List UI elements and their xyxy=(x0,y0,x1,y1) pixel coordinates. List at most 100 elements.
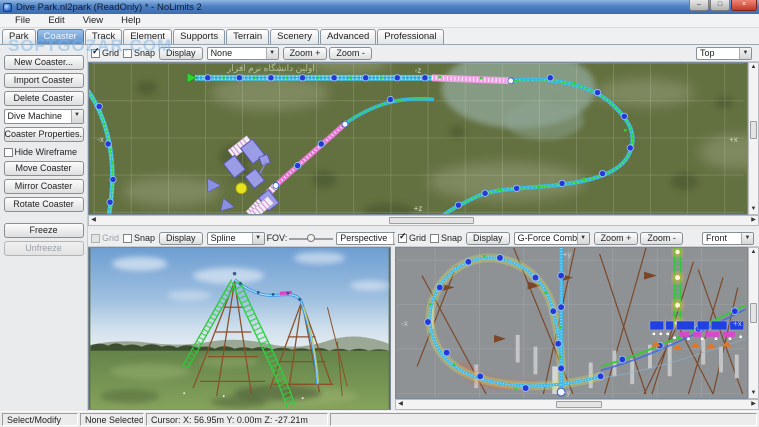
maximize-button[interactable]: □ xyxy=(710,0,730,11)
top-zoom-in-button[interactable]: Zoom + xyxy=(283,47,328,60)
tab-advanced[interactable]: Advanced xyxy=(320,29,376,44)
mirror-coaster-button[interactable]: Mirror Coaster xyxy=(4,179,84,194)
persp-display-mode-value: Spline xyxy=(208,233,252,244)
persp-view-mode-value: Perspective xyxy=(337,233,393,244)
axis-label-left: -x xyxy=(401,319,408,328)
front-view-hscrollbar[interactable]: ◀ ▶ xyxy=(395,399,759,410)
perspective-drawing xyxy=(89,248,390,409)
import-coaster-button[interactable]: Import Coaster xyxy=(4,73,84,88)
front-display-mode-select[interactable]: G-Force Comb ▼ xyxy=(514,232,590,245)
hscroll-thumb[interactable] xyxy=(556,401,602,408)
chevron-down-icon: ▼ xyxy=(739,48,751,59)
menu-bar: File Edit View Help xyxy=(0,14,759,28)
menu-view[interactable]: View xyxy=(74,15,112,26)
top-zoom-out-button[interactable]: Zoom - xyxy=(329,47,372,60)
chevron-down-icon: ▼ xyxy=(741,233,753,244)
persp-snap-checkbox[interactable] xyxy=(123,234,132,243)
front-view-mode-value: Front xyxy=(703,233,741,244)
axis-label-top: +y xyxy=(563,250,572,259)
coaster-selector[interactable]: Dive Machine ▼ xyxy=(4,109,84,124)
chevron-down-icon: ▼ xyxy=(266,48,278,59)
menu-help[interactable]: Help xyxy=(112,15,150,26)
top-snap-checkbox[interactable] xyxy=(123,49,132,58)
axis-label-left: -x xyxy=(97,135,104,144)
front-view-drawing: +y -y -x +x xyxy=(396,248,747,398)
front-zoom-out-button[interactable]: Zoom - xyxy=(640,232,683,245)
close-button[interactable]: × xyxy=(731,0,757,11)
title-bar[interactable]: Dive Park.nl2park (ReadOnly) * - NoLimit… xyxy=(0,0,759,14)
hide-wireframe-checkbox[interactable] xyxy=(4,148,13,157)
status-bar: Select/Modify None Selected Cursor: X: 5… xyxy=(0,411,759,427)
perspective-toolbar: Grid Snap Display Spline ▼ FOV: Perspect… xyxy=(88,230,391,247)
front-toolbar: ✓ Grid Snap Display G-Force Comb ▼ Zoom … xyxy=(395,230,759,247)
vscroll-thumb[interactable] xyxy=(750,121,757,139)
status-selection: None Selected xyxy=(80,413,144,426)
tab-track[interactable]: Track xyxy=(85,29,122,44)
top-view-toolbar: ✓ Grid Snap Display None ▼ Zoom + Zoom -… xyxy=(88,45,759,62)
front-snap-label: Snap xyxy=(441,233,462,243)
scroll-down-icon[interactable]: ▼ xyxy=(749,389,758,398)
yellow-marker[interactable] xyxy=(236,183,247,194)
freeze-button[interactable]: Freeze xyxy=(4,223,84,238)
front-view-vscrollbar[interactable]: ▲ ▼ xyxy=(748,247,759,399)
axis-label-bottom: -y xyxy=(564,388,571,397)
front-snap-checkbox[interactable] xyxy=(430,234,439,243)
top-display-button[interactable]: Display xyxy=(159,47,203,60)
hide-wireframe-label: Hide Wireframe xyxy=(15,147,78,157)
check-icon: ✓ xyxy=(399,231,407,242)
coaster-properties-button[interactable]: Coaster Properties... xyxy=(4,127,84,142)
menu-edit[interactable]: Edit xyxy=(39,15,73,26)
tab-park[interactable]: Park xyxy=(2,29,36,44)
front-view-mode-select[interactable]: Front ▼ xyxy=(702,232,754,245)
menu-file[interactable]: File xyxy=(6,15,39,26)
scroll-up-icon[interactable]: ▲ xyxy=(749,248,758,257)
scroll-right-icon[interactable]: ▶ xyxy=(749,216,758,225)
top-grid-checkbox[interactable]: ✓ xyxy=(91,49,100,58)
top-view-mode-select[interactable]: Top ▼ xyxy=(696,47,752,60)
persp-display-mode-select[interactable]: Spline ▼ xyxy=(207,232,265,245)
viewport-area: ✓ Grid Snap Display None ▼ Zoom + Zoom -… xyxy=(88,45,759,411)
scroll-left-icon[interactable]: ◀ xyxy=(396,400,405,409)
persp-grid-checkbox xyxy=(91,234,100,243)
front-grid-checkbox[interactable]: ✓ xyxy=(398,234,407,243)
app-icon xyxy=(3,3,12,12)
perspective-canvas[interactable] xyxy=(88,247,391,410)
tab-element[interactable]: Element xyxy=(123,29,172,44)
top-view-vscrollbar[interactable]: ▲ ▼ xyxy=(748,62,759,215)
move-coaster-button[interactable]: Move Coaster xyxy=(4,161,84,176)
front-view-canvas[interactable]: +y -y -x +x xyxy=(395,247,748,399)
top-grid-label: Grid xyxy=(102,48,119,58)
front-display-button[interactable]: Display xyxy=(466,232,510,245)
front-grid-label: Grid xyxy=(409,233,426,243)
vscroll-thumb[interactable] xyxy=(750,303,757,323)
unfreeze-button: Unfreeze xyxy=(4,241,84,256)
chevron-down-icon: ▼ xyxy=(71,110,83,123)
scroll-right-icon[interactable]: ▶ xyxy=(749,400,758,409)
top-view-canvas[interactable]: اولین دانشگاه نرم افزار xyxy=(88,62,748,215)
tab-coaster[interactable]: Coaster xyxy=(37,29,84,44)
tab-professional[interactable]: Professional xyxy=(377,29,443,44)
axis-label-bottom: +z xyxy=(414,204,423,213)
top-view-hscrollbar[interactable]: ◀ ▶ xyxy=(88,215,759,226)
top-view-drawing: -z +z -x +x xyxy=(89,63,747,214)
hscroll-thumb[interactable] xyxy=(389,217,474,224)
front-zoom-in-button[interactable]: Zoom + xyxy=(594,232,639,245)
persp-grid-label: Grid xyxy=(102,233,119,243)
scroll-down-icon[interactable]: ▼ xyxy=(749,205,758,214)
tab-scenery[interactable]: Scenery xyxy=(270,29,319,44)
rotate-coaster-button[interactable]: Rotate Coaster xyxy=(4,197,84,212)
fov-slider-thumb[interactable] xyxy=(307,234,315,242)
persp-display-button[interactable]: Display xyxy=(159,232,203,245)
tab-terrain[interactable]: Terrain xyxy=(226,29,269,44)
top-display-mode-select[interactable]: None ▼ xyxy=(207,47,279,60)
minimize-button[interactable]: – xyxy=(689,0,709,11)
new-coaster-button[interactable]: New Coaster... xyxy=(4,55,84,70)
status-edit-mode: Select/Modify xyxy=(2,413,78,426)
scroll-left-icon[interactable]: ◀ xyxy=(89,216,98,225)
fov-label: FOV: xyxy=(267,233,288,243)
delete-coaster-button[interactable]: Delete Coaster xyxy=(4,91,84,106)
scroll-up-icon[interactable]: ▲ xyxy=(749,63,758,72)
fov-slider[interactable] xyxy=(289,232,333,245)
top-display-mode-value: None xyxy=(208,48,266,59)
tab-supports[interactable]: Supports xyxy=(173,29,225,44)
